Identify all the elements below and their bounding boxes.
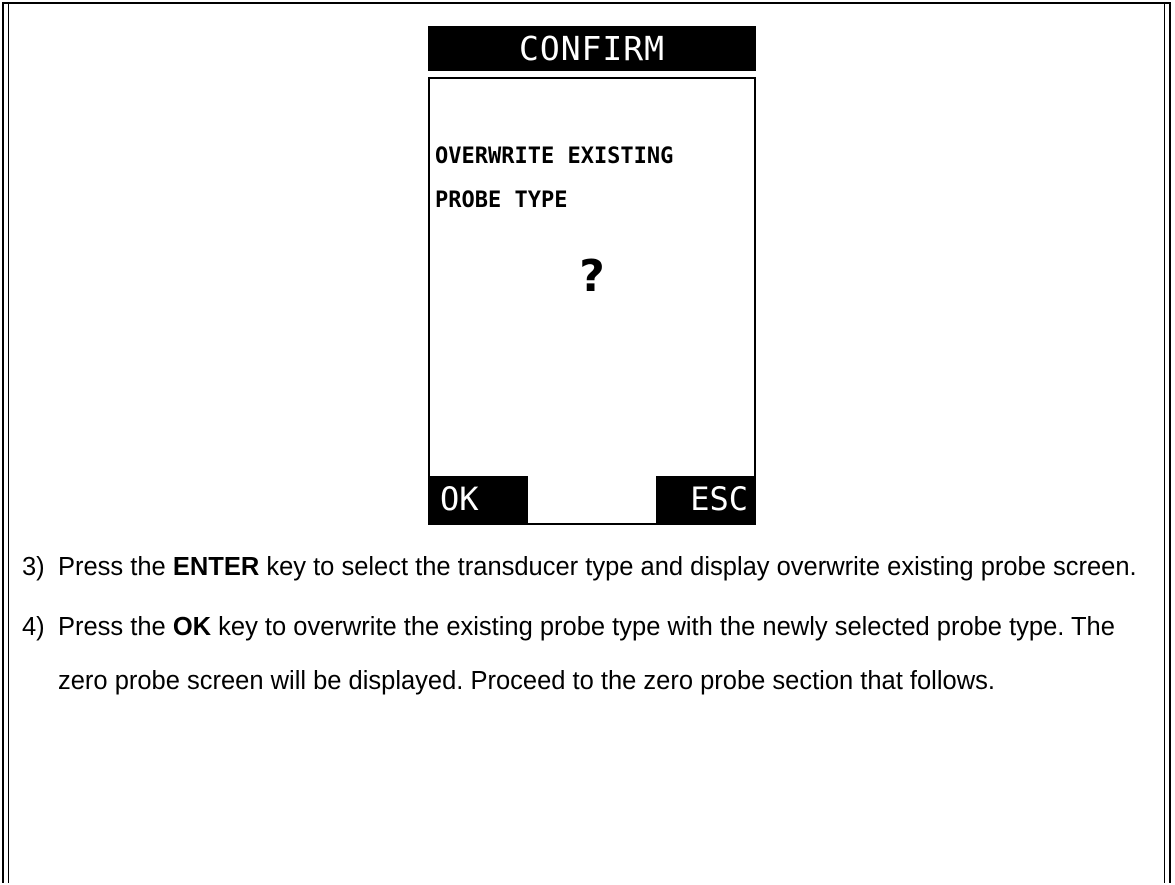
step-text-after: key to select the transducer type and di… <box>259 553 1137 581</box>
message-line-2: PROBE TYPE <box>435 188 568 213</box>
step-text-before: Press the <box>58 553 173 581</box>
screen-title: CONFIRM <box>428 26 756 71</box>
instruction-steps: 3) Press the ENTER key to select the tra… <box>22 540 1152 708</box>
step-text-before: Press the <box>58 613 173 641</box>
step-number: 3) <box>22 553 45 581</box>
step-number: 4) <box>22 613 45 641</box>
step-item: 3) Press the ENTER key to select the tra… <box>22 540 1152 594</box>
step-key-name: OK <box>172 613 212 641</box>
step-text-after: key to overwrite the existing probe type… <box>58 613 1115 695</box>
step-item: 4) Press the OK key to overwrite the exi… <box>22 600 1152 708</box>
message-line-1: OVERWRITE EXISTING <box>435 144 674 169</box>
ok-button[interactable]: OK <box>430 476 528 523</box>
question-mark: ? <box>579 251 605 302</box>
device-screen: OVERWRITE EXISTING PROBE TYPE ? OK ESC <box>428 77 756 525</box>
confirm-message: OVERWRITE EXISTING PROBE TYPE <box>435 135 673 223</box>
step-key-name: ENTER <box>172 553 260 581</box>
esc-button[interactable]: ESC <box>656 476 754 523</box>
